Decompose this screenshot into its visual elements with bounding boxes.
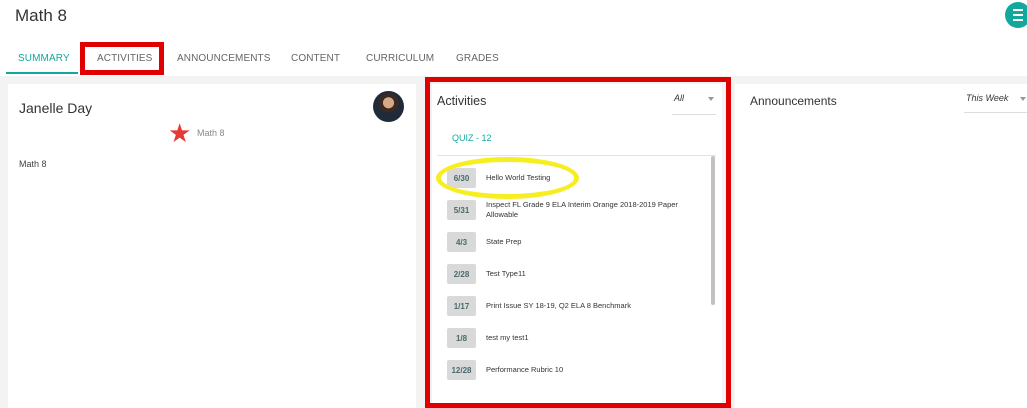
chevron-down-icon: [1020, 97, 1026, 101]
tab-announcements[interactable]: ANNOUNCEMENTS: [177, 53, 271, 64]
announcements-filter-value: This Week: [966, 93, 1009, 103]
highlight-box-activities-tab: [80, 42, 164, 75]
teacher-name: Janelle Day: [19, 100, 93, 116]
summary-card: Janelle Day ★ Math 8 Math 8: [8, 84, 416, 408]
tab-curriculum[interactable]: CURRICULUM: [366, 53, 434, 64]
announcements-title: Announcements: [750, 94, 837, 108]
menu-button[interactable]: [1005, 2, 1027, 28]
tab-content[interactable]: CONTENT: [291, 53, 340, 64]
menu-icon: [1013, 9, 1023, 21]
active-tab-indicator: [6, 72, 78, 74]
tab-summary[interactable]: SUMMARY: [18, 53, 70, 64]
star-icon: ★: [168, 118, 192, 148]
announcements-filter-select[interactable]: This Week: [964, 92, 1027, 113]
highlight-ellipse-first-activity: [436, 157, 579, 199]
course-label: Math 8: [197, 128, 225, 138]
tab-grades[interactable]: GRADES: [456, 53, 499, 64]
page-title: Math 8: [15, 6, 67, 25]
highlight-box-activities-card: [425, 77, 731, 408]
announcements-card: Announcements This Week: [735, 84, 1027, 408]
avatar[interactable]: [373, 91, 404, 122]
course-text: Math 8: [19, 159, 47, 169]
